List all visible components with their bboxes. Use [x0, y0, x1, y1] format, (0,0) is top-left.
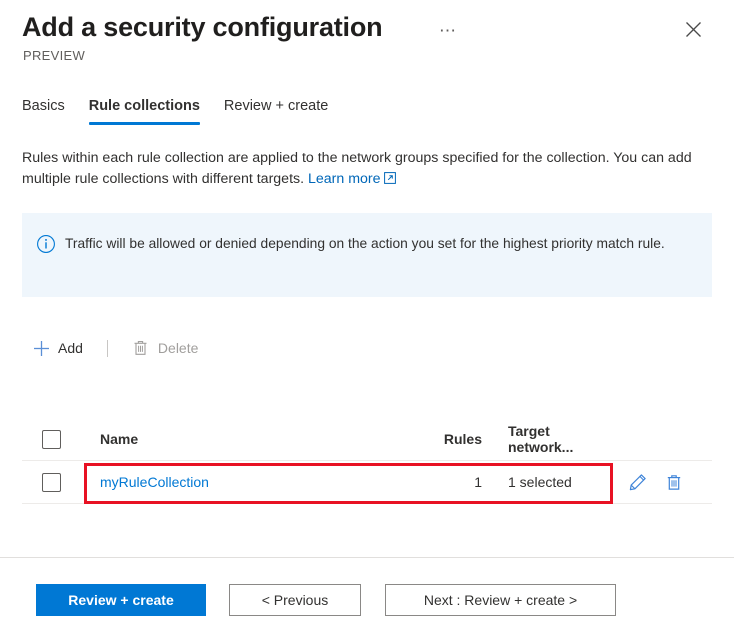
table-row[interactable]: myRuleCollection 1 1 selected: [22, 460, 712, 504]
rule-collections-table: Name Rules Target network... myRuleColle…: [22, 418, 712, 504]
cell-rules-count: 1: [474, 474, 482, 490]
delete-button-label: Delete: [157, 340, 199, 356]
command-bar: Add Delete: [22, 330, 208, 366]
previous-button[interactable]: < Previous: [229, 584, 361, 616]
tab-rule-collections[interactable]: Rule collections: [77, 98, 212, 125]
preview-badge: PREVIEW: [23, 48, 86, 63]
row-actions: [616, 472, 712, 492]
info-banner-text: Traffic will be allowed or denied depend…: [65, 236, 665, 251]
edit-row-button[interactable]: [628, 472, 648, 492]
column-header-rules[interactable]: Rules: [390, 431, 486, 447]
plus-icon: [32, 339, 50, 357]
row-select-cell: [22, 472, 78, 492]
row-checkbox[interactable]: [42, 472, 61, 492]
column-header-target-networks[interactable]: Target network...: [486, 423, 616, 455]
close-button[interactable]: [678, 14, 708, 44]
command-bar-separator: [106, 339, 108, 357]
add-button[interactable]: Add: [22, 332, 93, 364]
learn-more-label: Learn more: [308, 171, 381, 187]
info-circle-icon: [36, 234, 56, 254]
column-header-name[interactable]: Name: [78, 431, 390, 447]
close-icon: [685, 21, 701, 37]
trash-icon: [667, 474, 681, 490]
cell-target-networks: 1 selected: [508, 474, 572, 490]
tab-review-create-label: Review + create: [223, 98, 329, 114]
trash-icon: [132, 339, 150, 357]
page-title: Add a security configuration: [22, 12, 383, 42]
learn-more-link[interactable]: Learn more: [308, 171, 396, 187]
more-options-button[interactable]: ⋯: [437, 20, 459, 42]
add-button-label: Add: [58, 340, 83, 356]
next-label: Next : Review + create >: [423, 592, 578, 608]
next-button[interactable]: Next : Review + create >: [385, 584, 616, 616]
review-create-button[interactable]: Review + create: [36, 584, 206, 616]
previous-label: < Previous: [261, 592, 329, 608]
pencil-icon: [629, 474, 646, 491]
blade-panel: Add a security configuration ⋯ PREVIEW B…: [0, 0, 734, 624]
wizard-tabs: Basics Rule collections Review + create: [22, 98, 340, 125]
description-line-1: Rules within each rule collection are ap…: [22, 150, 610, 166]
tab-rule-collections-label: Rule collections: [88, 98, 200, 114]
select-all-cell: [22, 429, 78, 449]
delete-row-button[interactable]: [664, 472, 684, 492]
cell-name: myRuleCollection: [78, 474, 390, 490]
ellipsis-icon: ⋯: [439, 21, 457, 40]
tab-basics[interactable]: Basics: [22, 98, 77, 125]
review-create-label: Review + create: [68, 592, 174, 608]
rule-collection-link[interactable]: myRuleCollection: [100, 474, 209, 490]
wizard-footer: Review + create < Previous Next : Review…: [0, 558, 734, 624]
external-link-icon: [383, 170, 396, 191]
page-description: Rules within each rule collection are ap…: [22, 148, 712, 191]
table-header-row: Name Rules Target network...: [22, 418, 712, 460]
select-all-checkbox[interactable]: [42, 429, 61, 449]
info-banner: Traffic will be allowed or denied depend…: [22, 213, 712, 297]
tab-basics-label: Basics: [22, 98, 65, 114]
delete-button: Delete: [122, 332, 208, 364]
tab-review-create[interactable]: Review + create: [212, 98, 340, 125]
blade-header: Add a security configuration ⋯ PREVIEW: [0, 0, 734, 78]
